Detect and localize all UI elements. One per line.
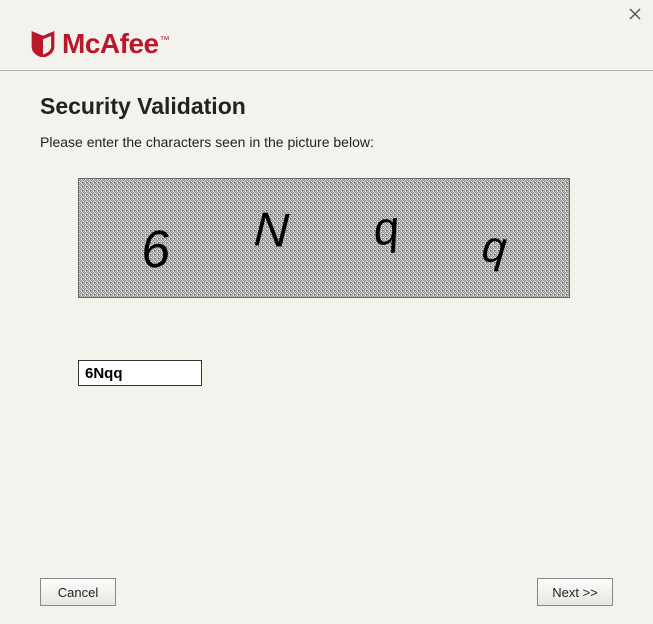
- footer-buttons: Cancel Next >>: [0, 578, 653, 606]
- brand-header: McAfee™: [0, 0, 653, 70]
- captcha-char-1: 6: [138, 219, 172, 281]
- instruction-text: Please enter the characters seen in the …: [40, 134, 613, 150]
- captcha-image: 6 N q q: [78, 178, 570, 298]
- mcafee-shield-icon: [30, 31, 56, 57]
- next-button[interactable]: Next >>: [537, 578, 613, 606]
- main-content: Security Validation Please enter the cha…: [0, 71, 653, 386]
- cancel-button[interactable]: Cancel: [40, 578, 116, 606]
- close-icon: [629, 8, 641, 20]
- captcha-char-2: N: [253, 202, 291, 259]
- captcha-char-4: q: [480, 222, 509, 274]
- page-title: Security Validation: [40, 93, 613, 120]
- brand-name: McAfee™: [62, 28, 169, 60]
- close-button[interactable]: [625, 4, 645, 24]
- captcha-input[interactable]: [78, 360, 202, 386]
- captcha-input-row: [78, 360, 613, 386]
